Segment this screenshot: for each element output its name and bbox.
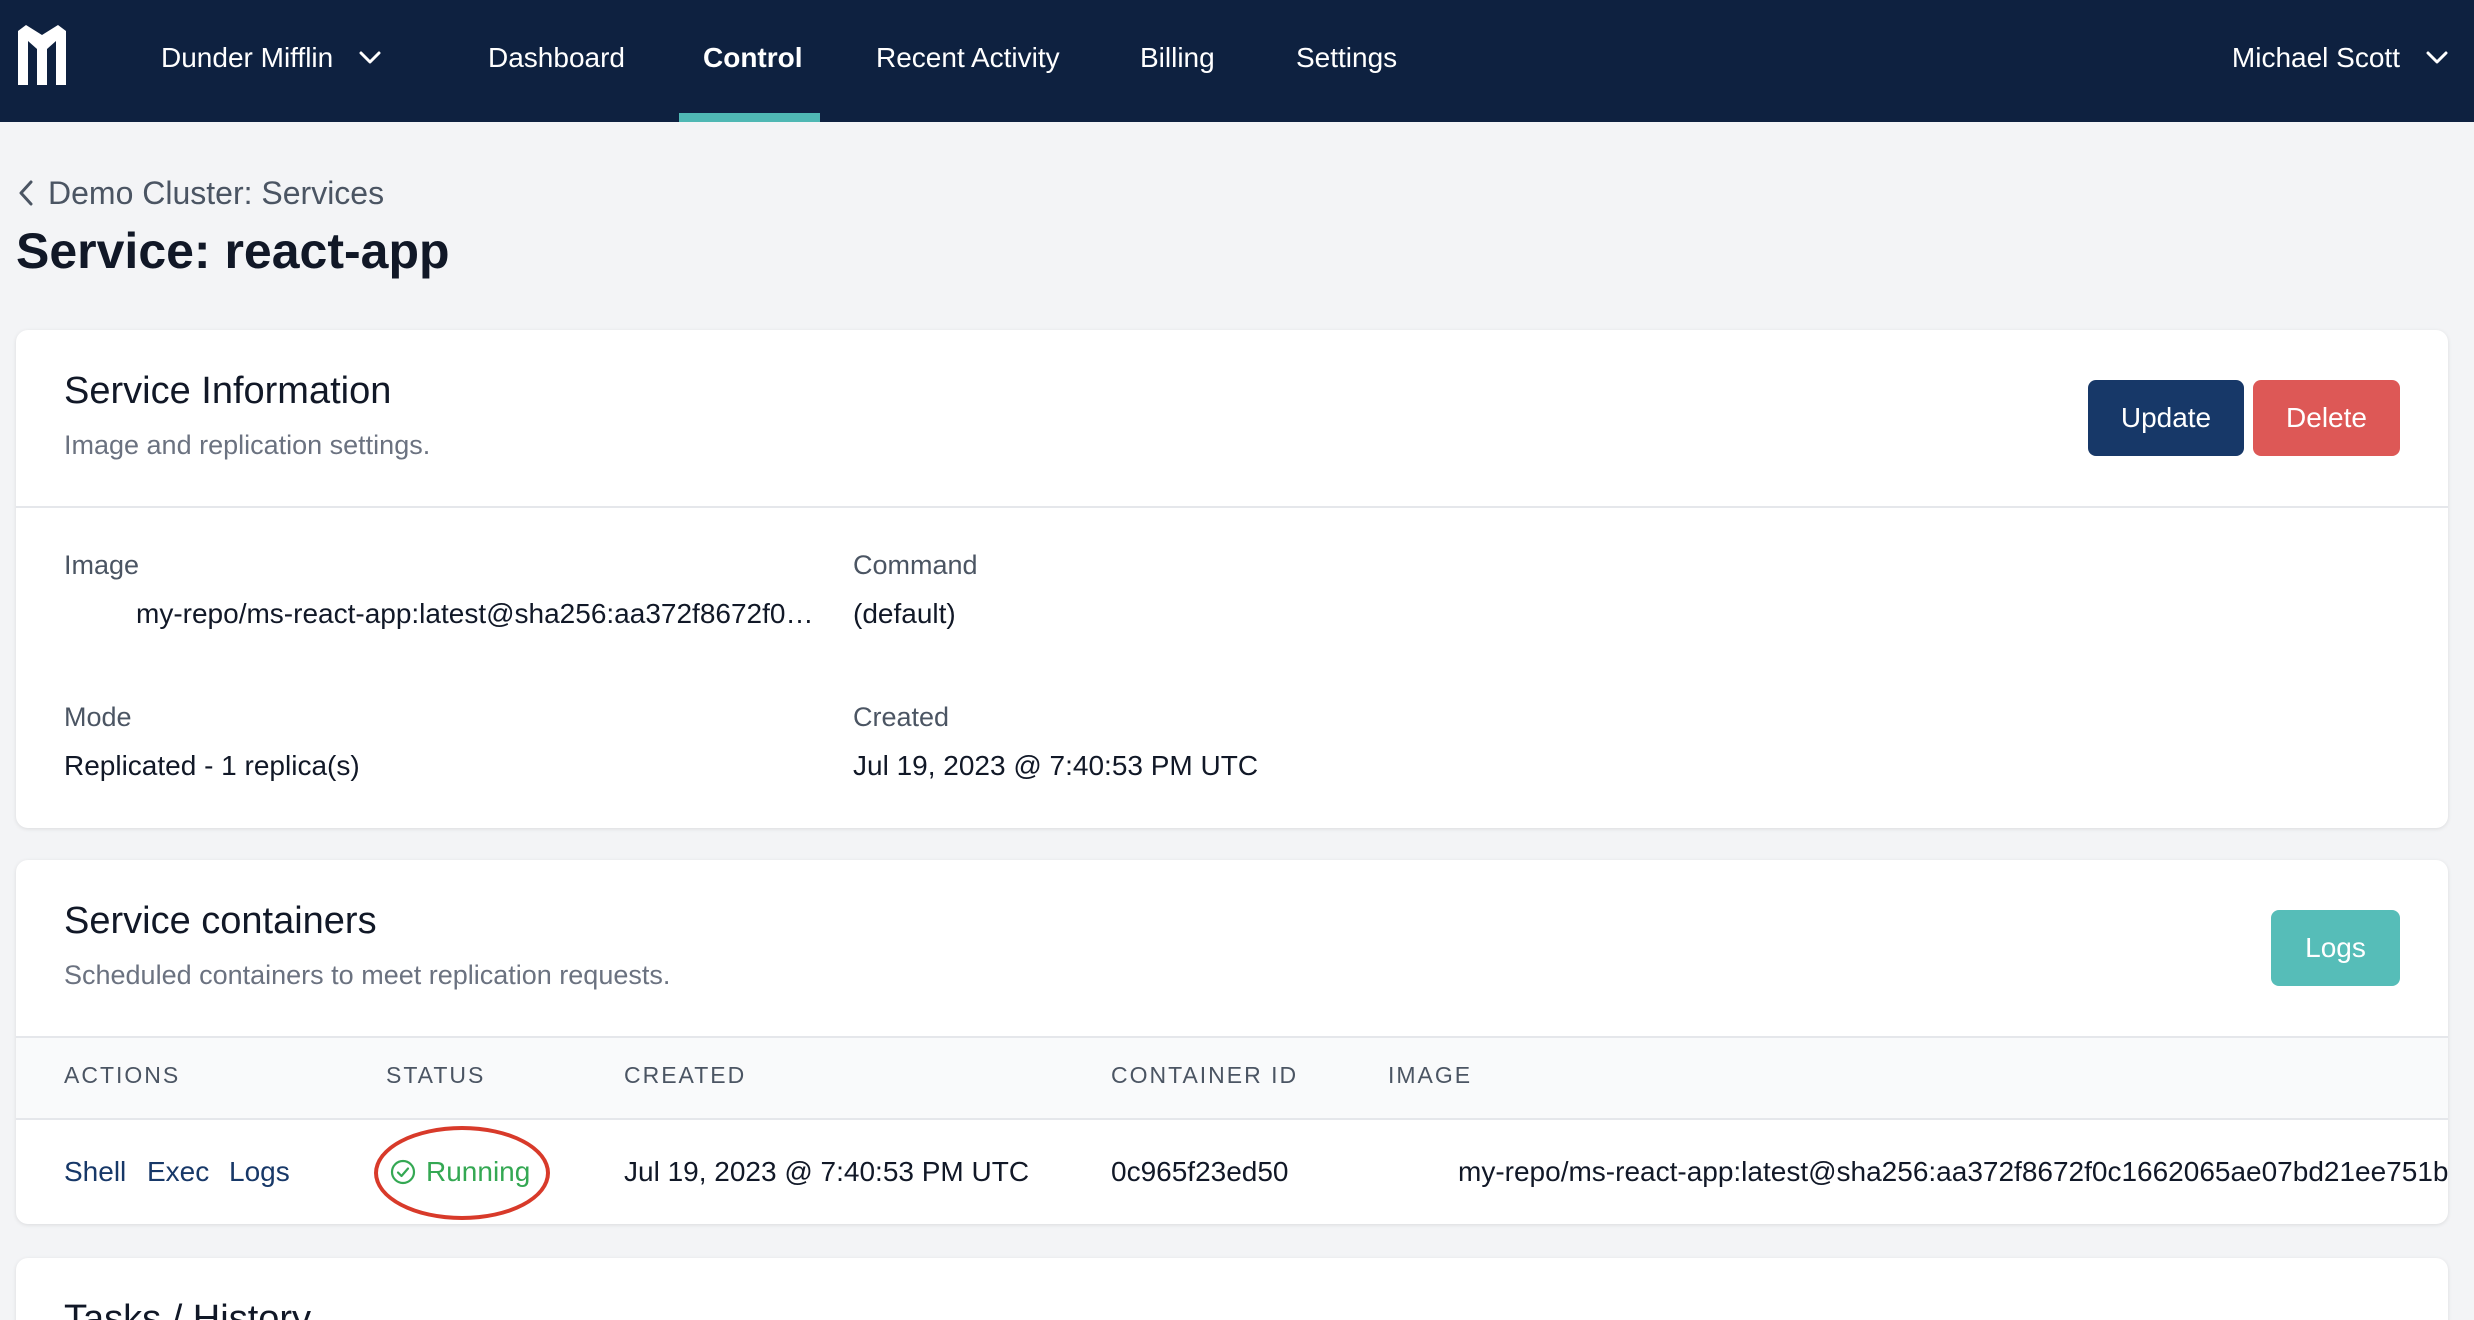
logs-button[interactable]: Logs [2271, 910, 2400, 986]
command-label: Command [853, 550, 978, 580]
exec-link[interactable]: Exec [147, 1156, 209, 1188]
page-title: Service: react-app [16, 223, 450, 279]
created-label: Created [853, 702, 950, 732]
nav-billing[interactable]: Billing [1140, 38, 1215, 78]
user-menu[interactable]: Michael Scott [2232, 38, 2448, 78]
nav-control[interactable]: Control [703, 38, 803, 78]
created-value: Jul 19, 2023 @ 7:40:53 PM UTC [853, 750, 1259, 781]
top-navbar: Dunder Mifflin Dashboard Control Recent … [0, 0, 2474, 122]
breadcrumb-label: Demo Cluster: Services [48, 174, 385, 211]
card-divider [16, 506, 2448, 508]
breadcrumb-back-link[interactable]: Demo Cluster: Services [18, 173, 384, 213]
service-info-title: Service Information [64, 370, 392, 412]
chevron-down-icon [359, 51, 381, 64]
status-highlight-ring [374, 1126, 550, 1220]
row-logs-link[interactable]: Logs [229, 1156, 290, 1188]
chevron-left-icon [19, 180, 33, 206]
tasks-history-card: Tasks / History [16, 1258, 2448, 1320]
image-label: Image [64, 550, 140, 580]
command-value: (default) [853, 598, 956, 629]
nav-recent-activity[interactable]: Recent Activity [876, 38, 1060, 78]
nav-dashboard[interactable]: Dashboard [488, 38, 625, 78]
mode-label: Mode [64, 702, 132, 732]
column-header-container-id: CONTAINER ID [1111, 1062, 1299, 1088]
user-name: Michael Scott [2231, 42, 2400, 73]
row-image: my-repo/ms-react-app:latest@sha256:aa372… [1458, 1156, 2448, 1187]
active-tab-indicator [679, 113, 820, 122]
row-created: Jul 19, 2023 @ 7:40:53 PM UTC [624, 1156, 1030, 1187]
delete-button[interactable]: Delete [2253, 380, 2400, 456]
logo-icon[interactable] [18, 25, 66, 85]
column-header-image: IMAGE [1388, 1062, 1473, 1088]
row-container-id: 0c965f23ed50 [1111, 1156, 1289, 1187]
chevron-down-icon [2426, 51, 2448, 64]
service-info-card: Service Information Image and replicatio… [16, 330, 2448, 828]
column-header-created: CREATED [624, 1062, 747, 1088]
shell-link[interactable]: Shell [64, 1156, 126, 1188]
column-header-actions: ACTIONS [64, 1062, 181, 1088]
service-info-subtitle: Image and replication settings. [64, 430, 431, 460]
update-button[interactable]: Update [2088, 380, 2244, 456]
containers-subtitle: Scheduled containers to meet replication… [64, 960, 671, 990]
containers-title: Service containers [64, 900, 377, 942]
nav-settings[interactable]: Settings [1296, 38, 1397, 78]
table-header: ACTIONS STATUS CREATED CONTAINER ID IMAG… [16, 1036, 2448, 1118]
mode-value: Replicated - 1 replica(s) [64, 750, 360, 781]
column-header-status: STATUS [386, 1062, 486, 1088]
org-switcher[interactable]: Dunder Mifflin [161, 38, 381, 78]
image-value: my-repo/ms-react-app:latest@sha256:aa372… [136, 598, 814, 629]
org-name: Dunder Mifflin [161, 42, 334, 73]
tasks-title: Tasks / History [64, 1298, 312, 1320]
table-header-border [16, 1118, 2448, 1120]
table-top-border [16, 1036, 2448, 1038]
